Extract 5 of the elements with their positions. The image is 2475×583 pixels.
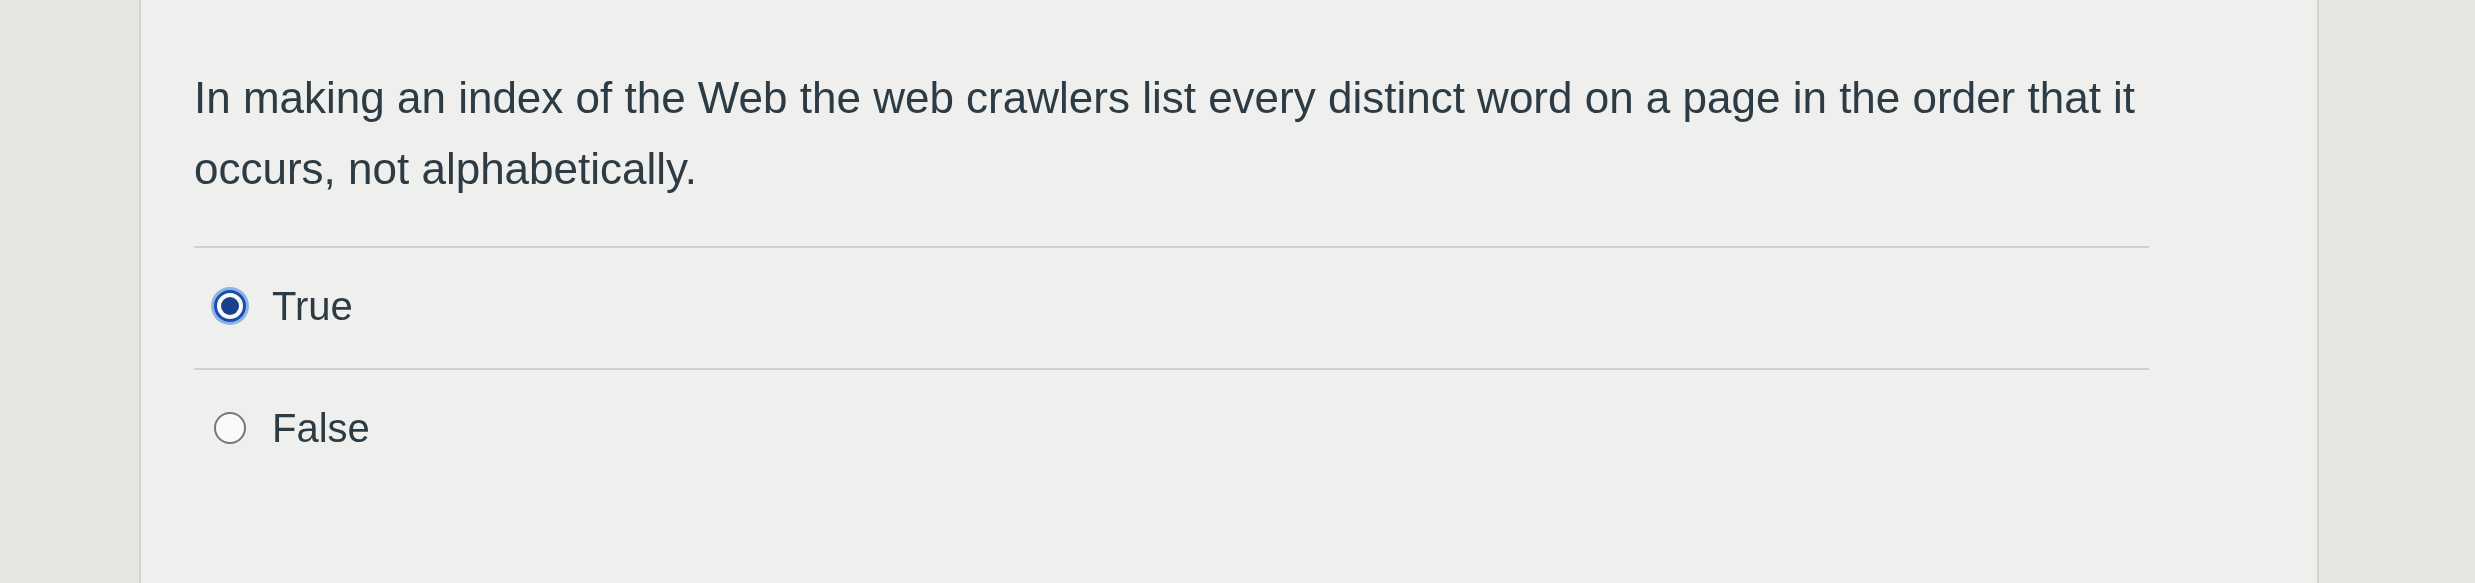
option-label: False	[272, 405, 370, 451]
radio-button[interactable]	[214, 290, 246, 322]
option-label: True	[272, 283, 353, 329]
radio-button[interactable]	[214, 412, 246, 444]
question-text: In making an index of the Web the web crawlers list every distinct word on a page in the order that it occurs, not alphabetically.	[194, 72, 2137, 195]
